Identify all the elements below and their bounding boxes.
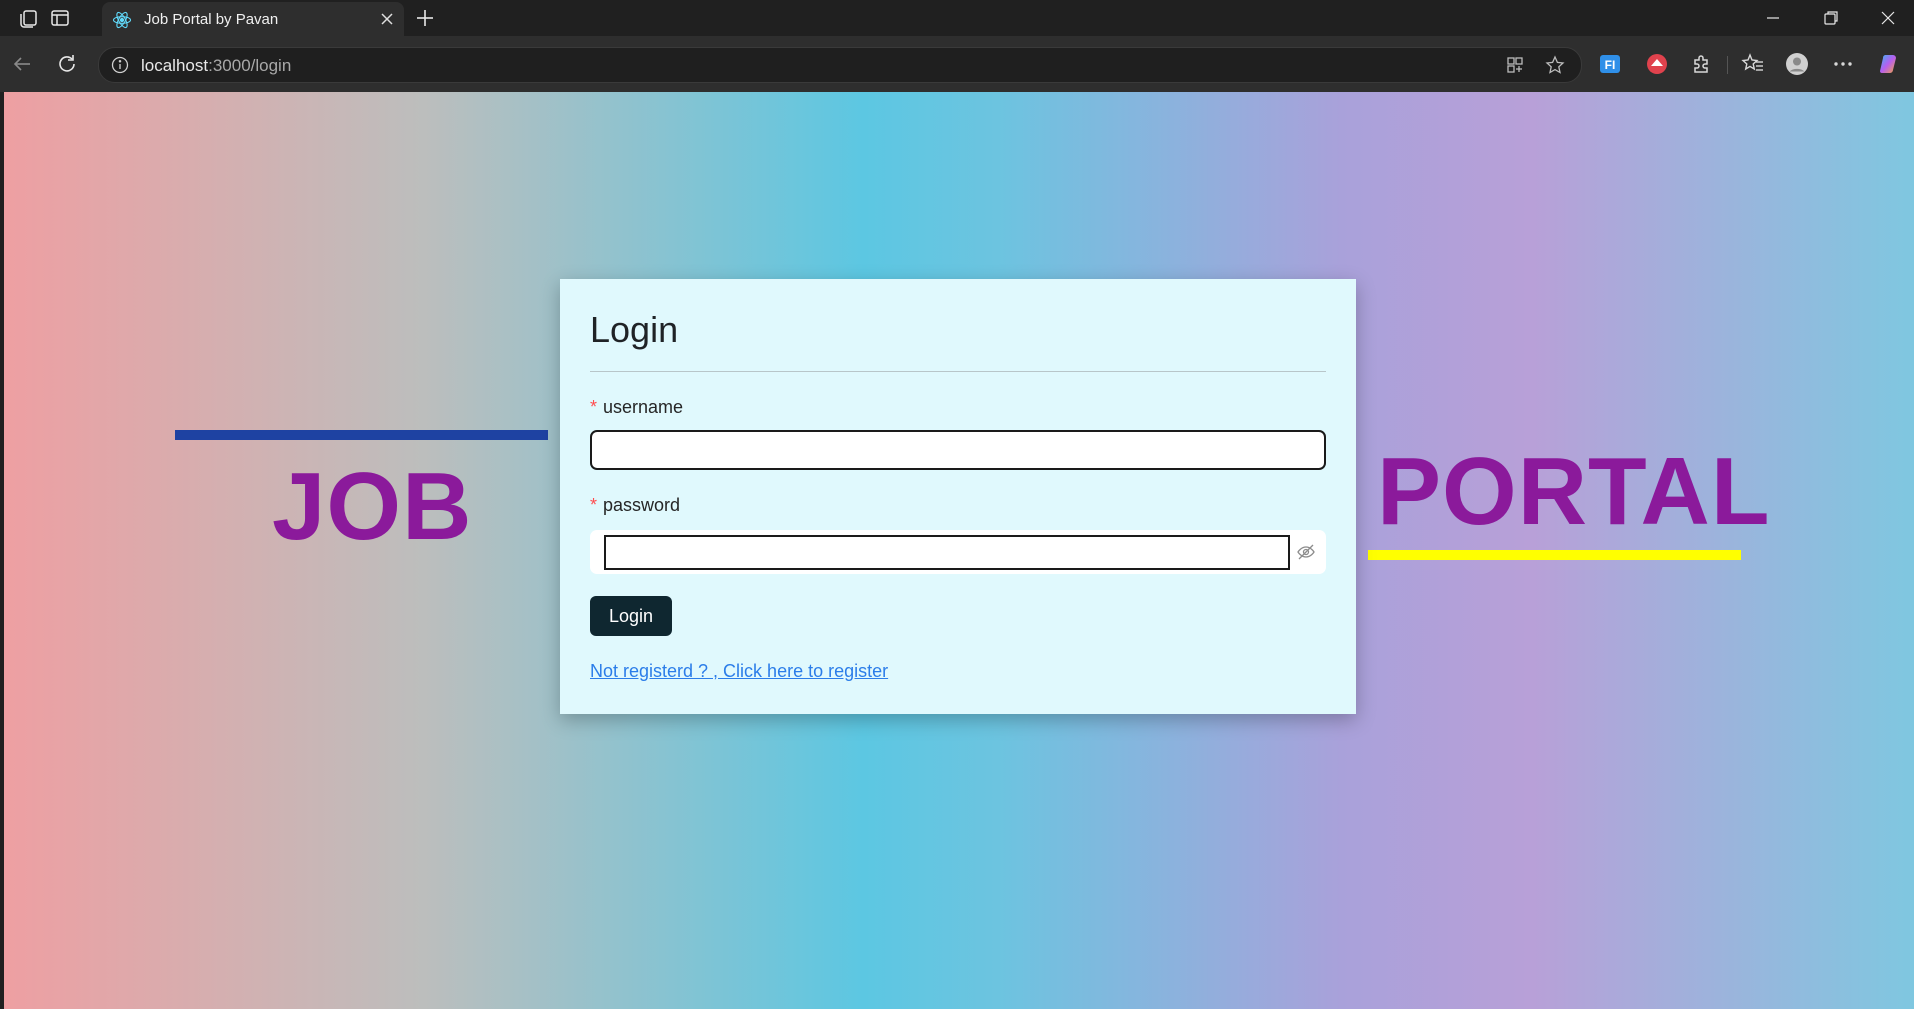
username-input[interactable] bbox=[590, 430, 1326, 470]
back-icon[interactable] bbox=[11, 53, 33, 75]
close-tab-icon[interactable] bbox=[378, 10, 396, 28]
job-accent-bar bbox=[175, 430, 548, 440]
job-heading: JOB bbox=[272, 453, 473, 560]
password-label: * password bbox=[590, 495, 680, 516]
browser-titlebar: Job Portal by Pavan bbox=[0, 0, 1914, 36]
copilot-icon[interactable] bbox=[1877, 52, 1901, 76]
username-label: * username bbox=[590, 397, 683, 418]
extensions-puzzle-icon[interactable] bbox=[1690, 52, 1714, 76]
password-input[interactable] bbox=[604, 535, 1290, 570]
register-link[interactable]: Not registerd ? , Click here to register bbox=[590, 661, 888, 682]
favorites-icon[interactable] bbox=[1741, 52, 1765, 76]
svg-text:FI: FI bbox=[1605, 58, 1616, 72]
browser-tab[interactable]: Job Portal by Pavan bbox=[102, 2, 404, 36]
address-bar[interactable]: localhost:3000/login bbox=[98, 47, 1582, 83]
password-label-text: password bbox=[603, 495, 681, 515]
reload-icon[interactable] bbox=[56, 53, 78, 75]
extension-red-icon[interactable] bbox=[1645, 52, 1669, 76]
tab-actions-icon[interactable] bbox=[49, 7, 71, 29]
app-available-icon[interactable] bbox=[1505, 55, 1525, 75]
portal-heading: PORTAL bbox=[1377, 438, 1771, 545]
login-title: Login bbox=[590, 309, 679, 350]
more-options-icon[interactable] bbox=[1831, 52, 1855, 76]
new-tab-icon[interactable] bbox=[414, 7, 436, 29]
portal-accent-bar bbox=[1368, 550, 1741, 560]
extension-fi-icon[interactable]: FI bbox=[1598, 52, 1622, 76]
profile-avatar-icon[interactable] bbox=[1785, 52, 1809, 76]
url-path: :3000/login bbox=[208, 56, 292, 75]
url-host: localhost bbox=[141, 56, 209, 75]
username-label-text: username bbox=[603, 397, 684, 417]
required-mark: * bbox=[590, 397, 598, 417]
login-card: Login * username * password Login Not regi… bbox=[560, 279, 1356, 714]
toolbar-separator bbox=[1727, 56, 1728, 74]
eye-invisible-icon[interactable] bbox=[1296, 542, 1316, 562]
minimize-icon[interactable] bbox=[1763, 8, 1783, 28]
restore-icon[interactable] bbox=[1821, 8, 1841, 28]
close-window-icon[interactable] bbox=[1878, 8, 1898, 28]
title-divider bbox=[590, 371, 1326, 372]
browser-toolbar: localhost:3000/login FI bbox=[0, 36, 1914, 92]
react-logo-icon bbox=[112, 11, 132, 29]
workspaces-icon[interactable] bbox=[18, 7, 40, 29]
page-viewport: JOB PORTAL Login * username * password Log… bbox=[4, 92, 1914, 1009]
url-text[interactable]: localhost:3000/login bbox=[141, 56, 291, 76]
required-mark: * bbox=[590, 495, 598, 515]
favorite-star-icon[interactable] bbox=[1545, 55, 1565, 75]
site-info-icon[interactable] bbox=[111, 56, 129, 74]
tab-title: Job Portal by Pavan bbox=[144, 11, 279, 28]
password-field-wrapper bbox=[590, 530, 1326, 574]
login-button[interactable]: Login bbox=[590, 596, 672, 636]
